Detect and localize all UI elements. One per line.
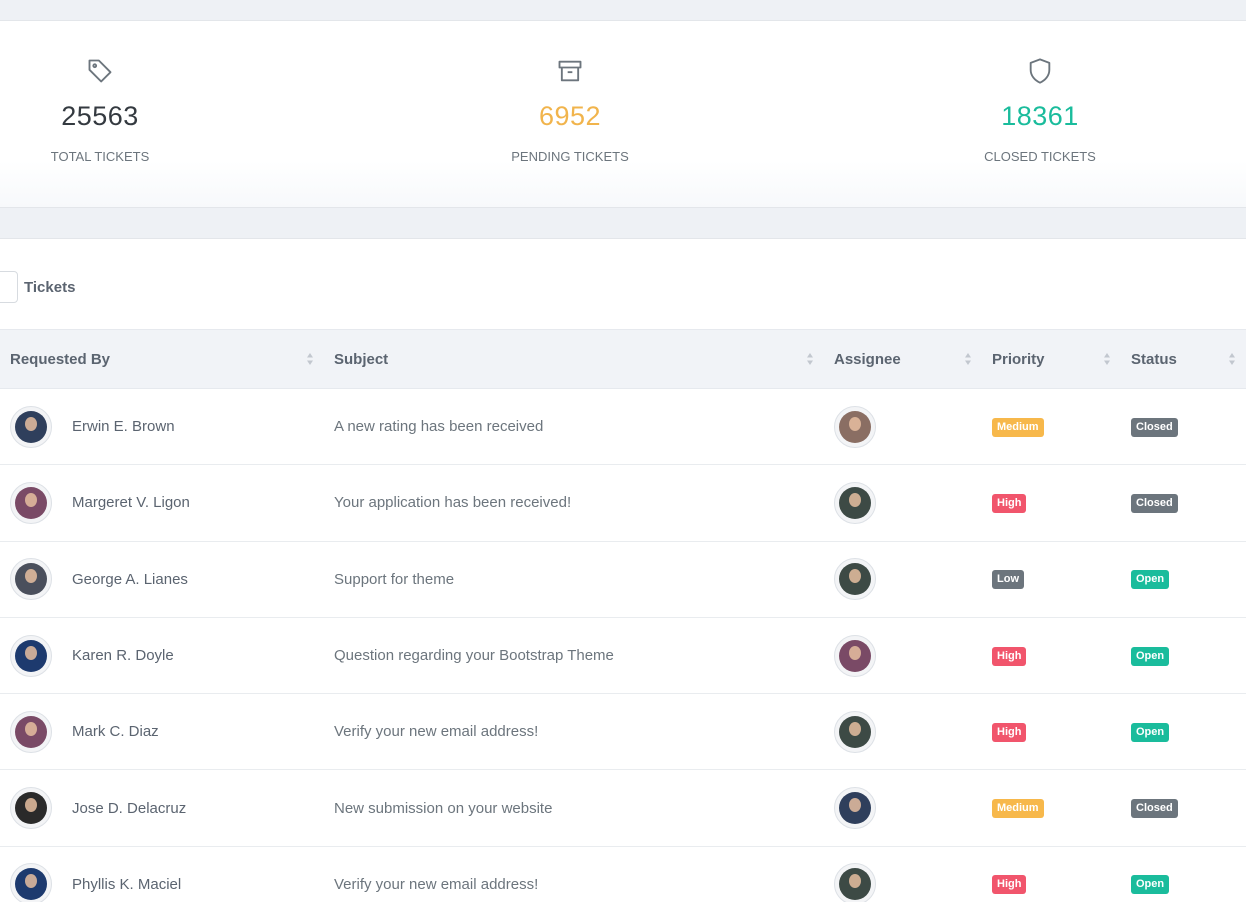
table-row[interactable]: George A. Lianes Support for theme Low O… (0, 541, 1246, 618)
requester-avatar (10, 481, 52, 524)
table-row[interactable]: Margeret V. Ligon Your application has b… (0, 465, 1246, 542)
shield-icon (1029, 58, 1051, 84)
requester-avatar (10, 710, 52, 753)
assignee-avatar (834, 558, 876, 601)
requester-avatar (10, 634, 52, 677)
assignee-avatar (834, 634, 876, 677)
total-tickets-label: Total Tickets (50, 149, 150, 164)
ticket-subject[interactable]: Your application has been received! (324, 465, 824, 541)
ticket-stats-card: 25563 Total Tickets 6952 Pending Tickets… (0, 20, 1246, 208)
ticket-subject[interactable]: Support for theme (324, 541, 824, 617)
status-badge: Open (1131, 722, 1170, 742)
table-row[interactable]: Jose D. Delacruz New submission on your … (0, 770, 1246, 847)
sort-icon (807, 353, 813, 365)
assignee-avatar (834, 863, 876, 902)
status-badge: Open (1131, 570, 1170, 590)
status-badge: Closed (1131, 799, 1178, 819)
pending-tickets-value: 6952 (538, 101, 602, 131)
priority-badge: High (992, 722, 1027, 742)
closed-tickets-value: 18361 (1001, 101, 1079, 131)
table-row[interactable]: Erwin E. Brown A new rating has been rec… (0, 389, 1246, 465)
requester-name: Karen R. Doyle (72, 647, 174, 665)
requester-avatar (10, 787, 52, 830)
priority-badge: High (992, 875, 1027, 895)
closed-tickets-label: Closed Tickets (984, 149, 1096, 164)
priority-badge: Medium (992, 799, 1044, 819)
requester-avatar (10, 558, 52, 601)
tag-icon (88, 59, 112, 83)
assignee-avatar (834, 481, 876, 524)
assignee-avatar (834, 405, 876, 448)
ticket-subject[interactable]: A new rating has been received (324, 389, 824, 465)
table-header-row: Requested By Subject Assignee Priority S… (0, 329, 1246, 389)
requester-name: George A. Lianes (72, 570, 188, 588)
requester-name: Erwin E. Brown (72, 418, 175, 436)
assignee-avatar (834, 710, 876, 753)
archive-icon (558, 60, 582, 82)
column-header-priority[interactable]: Priority (982, 329, 1121, 389)
ticket-subject[interactable]: Question regarding your Bootstrap Theme (324, 617, 824, 693)
requester-name: Jose D. Delacruz (72, 799, 187, 817)
ticket-subject[interactable]: Verify your new email address! (324, 694, 824, 770)
sort-icon (307, 353, 313, 365)
status-badge: Closed (1131, 493, 1178, 513)
tickets-title: Tickets (24, 279, 76, 296)
tickets-card-header: Tickets (0, 239, 1246, 329)
column-header-assignee[interactable]: Assignee (824, 329, 982, 389)
table-row[interactable]: Karen R. Doyle Question regarding your B… (0, 617, 1246, 694)
table-row[interactable]: Mark C. Diaz Verify your new email addre… (0, 694, 1246, 770)
sort-icon (1229, 353, 1235, 365)
priority-badge: Low (992, 570, 1024, 590)
status-badge: Open (1131, 875, 1170, 895)
requester-avatar (10, 405, 52, 448)
card-header-control[interactable] (0, 271, 18, 303)
table-row[interactable]: Phyllis K. Maciel Verify your new email … (0, 846, 1246, 902)
requester-name: Phyllis K. Maciel (72, 875, 182, 893)
total-tickets-value: 25563 (61, 101, 139, 131)
tickets-table: Requested By Subject Assignee Priority S… (0, 329, 1246, 902)
sort-icon (965, 353, 971, 365)
status-badge: Closed (1131, 417, 1178, 437)
sort-icon (1104, 353, 1110, 365)
status-badge: Open (1131, 646, 1170, 666)
tickets-card: Tickets Requested By Subject Assignee Pr… (0, 238, 1246, 902)
assignee-avatar (834, 787, 876, 830)
requester-name: Mark C. Diaz (72, 723, 159, 741)
priority-badge: Medium (992, 417, 1044, 437)
requester-avatar (10, 863, 52, 902)
column-header-subject[interactable]: Subject (324, 329, 824, 389)
pending-tickets-label: Pending Tickets (511, 149, 629, 164)
column-header-status[interactable]: Status (1121, 329, 1246, 389)
requester-name: Margeret V. Ligon (72, 494, 190, 512)
priority-badge: High (992, 646, 1027, 666)
ticket-subject[interactable]: Verify your new email address! (324, 846, 824, 902)
priority-badge: High (992, 493, 1027, 513)
column-header-requested-by[interactable]: Requested By (0, 329, 324, 389)
ticket-subject[interactable]: New submission on your website (324, 770, 824, 846)
